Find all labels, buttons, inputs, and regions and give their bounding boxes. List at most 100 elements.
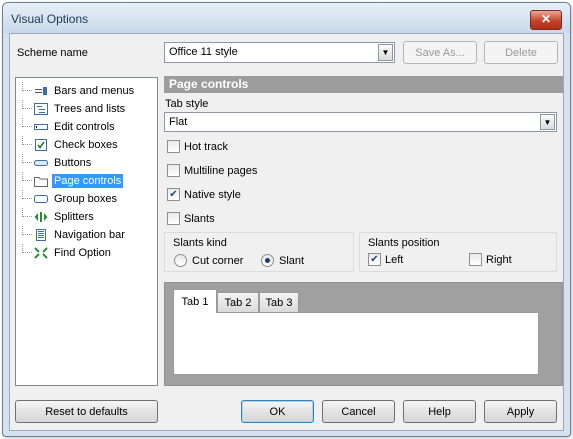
checkbox-icon: [34, 138, 48, 152]
hot-track-checkbox[interactable]: Hot track: [167, 140, 228, 153]
tree-item-label: Check boxes: [54, 139, 118, 151]
tree-item-page-controls[interactable]: Page controls: [22, 172, 157, 190]
tree-item-edit-controls[interactable]: Edit controls: [22, 118, 157, 136]
slants-kind-group: Slants kind Cut corner Slant: [164, 232, 354, 272]
scheme-name-value: Office 11 style: [169, 46, 238, 58]
tree-item-label: Edit controls: [54, 121, 115, 133]
preview-tab-label: Tab 1: [181, 295, 209, 308]
preview-tab-label: Tab 3: [265, 296, 293, 309]
save-as-button[interactable]: Save As...: [403, 41, 477, 64]
ok-button[interactable]: OK: [241, 400, 314, 423]
cancel-label: Cancel: [341, 405, 376, 418]
tree-connector: [22, 100, 32, 109]
cut-corner-label: Cut corner: [192, 254, 244, 267]
close-icon: ✕: [540, 12, 552, 26]
slants-label: Slants: [184, 212, 215, 225]
delete-label: Delete: [505, 46, 537, 59]
category-tree[interactable]: Bars and menus Trees and lists Edit contro…: [15, 77, 158, 386]
preview-tab-3[interactable]: Tab 3: [259, 292, 299, 312]
multiline-pages-checkbox[interactable]: Multiline pages: [167, 164, 257, 177]
navigation-bar-icon: [34, 228, 48, 242]
group-box-icon: [34, 192, 48, 206]
left-label: Left: [385, 253, 404, 266]
splitter-icon: [34, 210, 48, 224]
cut-corner-radio[interactable]: Cut corner: [174, 254, 243, 267]
checkbox-box[interactable]: ✔: [368, 253, 381, 266]
scheme-name-select[interactable]: Office 11 style ▼: [164, 42, 395, 63]
tree-item-label: Trees and lists: [54, 103, 126, 115]
help-button[interactable]: Help: [403, 400, 476, 423]
multiline-pages-label: Multiline pages: [184, 164, 258, 177]
preview-tab-1[interactable]: Tab 1: [173, 289, 217, 313]
tree-item-navigation-bar[interactable]: Navigation bar: [22, 226, 157, 244]
slants-kind-title: Slants kind: [173, 237, 227, 249]
tree-connector: [22, 226, 32, 235]
tree-connector: [22, 136, 32, 145]
tree-item-label: Find Option: [54, 247, 111, 259]
preview-tab-content: [173, 312, 539, 375]
checkbox-box[interactable]: [167, 164, 180, 177]
title-bar[interactable]: Visual Options ✕: [3, 3, 570, 33]
tab-style-value: Flat: [169, 116, 188, 128]
tab-style-label: Tab style: [165, 98, 209, 110]
slant-radio[interactable]: Slant: [261, 254, 304, 267]
native-style-label: Native style: [184, 188, 241, 201]
slants-checkbox[interactable]: Slants: [167, 212, 215, 225]
save-as-label: Save As...: [415, 46, 465, 59]
tree-item-label: Buttons: [54, 157, 92, 169]
edit-control-icon: [34, 120, 48, 134]
checkbox-box[interactable]: [469, 253, 482, 266]
radio-circle[interactable]: [174, 254, 187, 267]
window-title: Visual Options: [11, 12, 89, 26]
hot-track-label: Hot track: [184, 140, 229, 153]
tree-connector: [22, 190, 32, 199]
tree-connector: [22, 172, 32, 181]
slants-position-title: Slants position: [368, 237, 440, 249]
tree-item-label: Bars and menus: [54, 85, 135, 97]
dialog-client-area: Scheme name Office 11 style ▼ Save As...…: [9, 33, 564, 431]
find-option-icon: [34, 246, 48, 260]
checkbox-box[interactable]: ✔: [167, 188, 180, 201]
preview-tab-label: Tab 2: [224, 296, 252, 309]
apply-label: Apply: [506, 405, 535, 418]
right-checkbox[interactable]: Right: [469, 253, 512, 266]
slant-label: Slant: [279, 254, 305, 267]
tree-connector: [22, 118, 32, 127]
tree-item-check-boxes[interactable]: Check boxes: [22, 136, 157, 154]
tab-style-select[interactable]: Flat ▼: [164, 112, 557, 132]
tree-connector: [22, 154, 32, 163]
close-button[interactable]: ✕: [530, 10, 562, 30]
native-style-checkbox[interactable]: ✔ Native style: [167, 188, 241, 201]
right-label: Right: [486, 253, 512, 266]
tree-item-trees-and-lists[interactable]: Trees and lists: [22, 100, 157, 118]
tree-item-find-option[interactable]: Find Option: [22, 244, 157, 262]
preview-tab-2[interactable]: Tab 2: [217, 292, 259, 312]
tree-item-group-boxes[interactable]: Group boxes: [22, 190, 157, 208]
reset-to-defaults-button[interactable]: Reset to defaults: [15, 400, 158, 423]
tree-item-label: Splitters: [54, 211, 94, 223]
slants-position-group: Slants position ✔ Left Right: [359, 232, 557, 272]
tree-item-bars-and-menus[interactable]: Bars and menus: [22, 82, 157, 100]
checkbox-box[interactable]: [167, 212, 180, 225]
apply-button[interactable]: Apply: [484, 400, 557, 423]
chevron-down-icon[interactable]: ▼: [540, 114, 555, 130]
bars-menus-icon: [34, 84, 48, 98]
tree-item-buttons[interactable]: Buttons: [22, 154, 157, 172]
tree-list-icon: [34, 102, 48, 116]
tab-preview-panel: Tab 1 Tab 2 Tab 3: [164, 282, 563, 386]
button-icon: [34, 156, 48, 170]
chevron-down-icon[interactable]: ▼: [378, 44, 393, 61]
help-label: Help: [428, 405, 451, 418]
section-header-label: Page controls: [169, 77, 249, 91]
delete-button[interactable]: Delete: [484, 41, 558, 64]
reset-label: Reset to defaults: [45, 405, 128, 418]
left-checkbox[interactable]: ✔ Left: [368, 253, 403, 266]
radio-circle[interactable]: [261, 254, 274, 267]
scheme-name-label: Scheme name: [17, 47, 88, 59]
tree-item-splitters[interactable]: Splitters: [22, 208, 157, 226]
tree-item-label: Group boxes: [54, 193, 117, 205]
folder-icon: [34, 174, 48, 188]
checkbox-box[interactable]: [167, 140, 180, 153]
cancel-button[interactable]: Cancel: [322, 400, 395, 423]
tree-connector: [22, 82, 32, 91]
